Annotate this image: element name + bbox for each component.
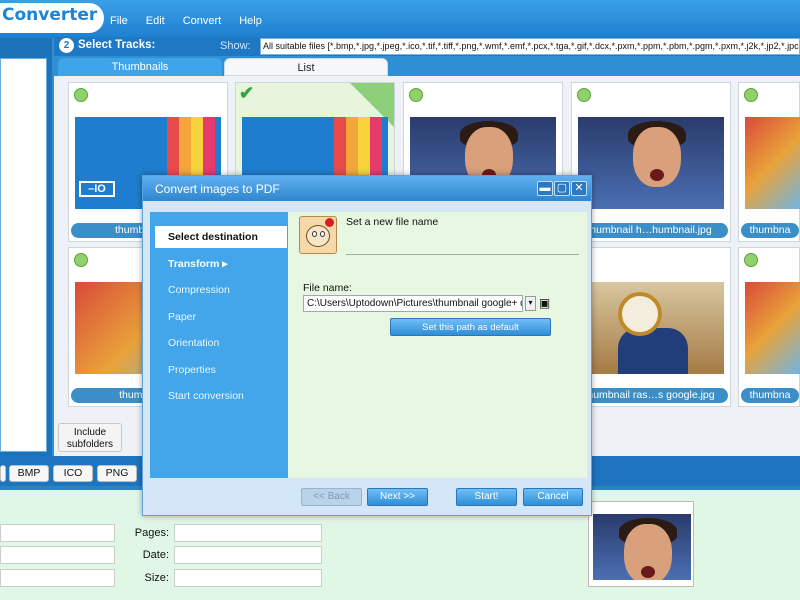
select-indicator[interactable] — [409, 88, 423, 102]
app-logo: Converter — [0, 3, 104, 33]
nav-item-transform-label: Transform — [168, 258, 220, 270]
include-label-line2: subfolders — [66, 439, 114, 450]
divider — [346, 254, 579, 255]
thumbnail-image — [745, 117, 800, 209]
pages-field[interactable] — [174, 524, 322, 542]
app-title: Converter — [2, 5, 98, 25]
nav-item-start-conversion[interactable]: Start conversion — [168, 390, 244, 402]
menu-help[interactable]: Help — [239, 15, 262, 27]
include-label-line1: Include — [73, 427, 107, 438]
tracks-title: Select Tracks: — [78, 39, 156, 51]
size-label: Size: — [144, 572, 169, 584]
info-field[interactable] — [0, 569, 115, 587]
date-field[interactable] — [174, 546, 322, 564]
checkmark-icon[interactable]: ✔ — [239, 83, 254, 104]
thumbnail-caption: humbnail ras…s google.jpg — [574, 388, 728, 403]
thumbnail-image — [745, 282, 800, 374]
info-field[interactable] — [0, 524, 115, 542]
dialog-title-bar[interactable]: Convert images to PDF ▬ ▢ ✕ — [143, 176, 591, 201]
show-label: Show: — [220, 40, 251, 52]
select-indicator[interactable] — [744, 88, 758, 102]
chevron-right-icon: ▸ — [222, 258, 228, 270]
chevron-down-icon[interactable]: ▾ — [525, 296, 536, 311]
maximize-button[interactable]: ▢ — [554, 181, 570, 196]
format-bmp-button[interactable]: BMP — [9, 465, 49, 482]
preview-pane — [588, 501, 694, 587]
set-default-path-button[interactable]: Set this path as default — [390, 318, 551, 336]
nav-item-transform[interactable]: Transform ▸ — [168, 258, 228, 270]
top-bar: Converter File Edit Convert Help — [0, 0, 800, 38]
thumbnail-caption: thumbna — [741, 388, 799, 403]
size-field[interactable] — [174, 569, 322, 587]
nav-item-paper[interactable]: Paper — [168, 311, 196, 323]
tab-list[interactable]: List — [224, 58, 388, 76]
tab-thumbnails[interactable]: Thumbnails — [58, 58, 222, 76]
format-button-partial[interactable] — [0, 465, 6, 482]
select-indicator[interactable] — [74, 253, 88, 267]
dialog-title: Convert images to PDF — [155, 182, 280, 196]
close-button[interactable]: ✕ — [571, 181, 587, 196]
menu-edit[interactable]: Edit — [146, 15, 165, 27]
info-field[interactable] — [0, 546, 115, 564]
folder-tree[interactable] — [0, 58, 47, 452]
next-button[interactable]: Next >> — [367, 488, 428, 506]
preview-image — [593, 514, 691, 580]
thumbnail-card[interactable]: thumbna — [738, 82, 800, 242]
thumbnail-card[interactable]: humbnail ras…s google.jpg — [571, 247, 731, 407]
select-indicator[interactable] — [74, 88, 88, 102]
minimize-button[interactable]: ▬ — [537, 181, 553, 196]
format-ico-button[interactable]: ICO — [53, 465, 93, 482]
menu-bar: File Edit Convert Help — [110, 15, 262, 27]
start-button[interactable]: Start! — [456, 488, 517, 506]
menu-file[interactable]: File — [110, 15, 128, 27]
thumbnail-image — [578, 117, 724, 209]
set-file-name-heading: Set a new file name — [346, 216, 439, 228]
file-name-input[interactable]: C:\Users\Uptodown\Pictures\thumbnail goo… — [303, 295, 523, 312]
pages-label: Pages: — [134, 527, 169, 539]
date-label: Date: — [142, 549, 169, 561]
thumbnail-card[interactable]: humbnail h…humbnail.jpg — [571, 82, 731, 242]
thumbnail-caption: humbnail h…humbnail.jpg — [574, 223, 728, 238]
nav-item-properties[interactable]: Properties — [168, 364, 216, 376]
nav-item-orientation[interactable]: Orientation — [168, 337, 219, 349]
include-subfolders-button[interactable]: Include subfolders — [58, 423, 122, 452]
format-png-button[interactable]: PNG — [97, 465, 137, 482]
cancel-button[interactable]: Cancel — [523, 488, 583, 506]
save-disk-icon[interactable]: ▣ — [538, 296, 551, 311]
cartoon-icon — [299, 216, 337, 254]
step-badge: 2 — [59, 38, 74, 53]
file-name-label: File name: — [303, 282, 353, 294]
thumbnail-card[interactable]: thumbna — [738, 247, 800, 407]
select-indicator[interactable] — [744, 253, 758, 267]
menu-convert[interactable]: Convert — [183, 15, 222, 27]
nav-item-select-destination[interactable]: Select destination — [155, 226, 287, 248]
nav-item-compression[interactable]: Compression — [168, 284, 230, 296]
back-button[interactable]: << Back — [301, 488, 362, 506]
convert-dialog: Convert images to PDF ▬ ▢ ✕ Select desti… — [142, 175, 592, 516]
thumbnail-caption: thumbna — [741, 223, 799, 238]
select-indicator[interactable] — [577, 88, 591, 102]
file-filter-select[interactable]: All suitable files [*.bmp,*.jpg,*.jpeg,*… — [260, 38, 800, 55]
thumbnail-image — [578, 282, 724, 374]
